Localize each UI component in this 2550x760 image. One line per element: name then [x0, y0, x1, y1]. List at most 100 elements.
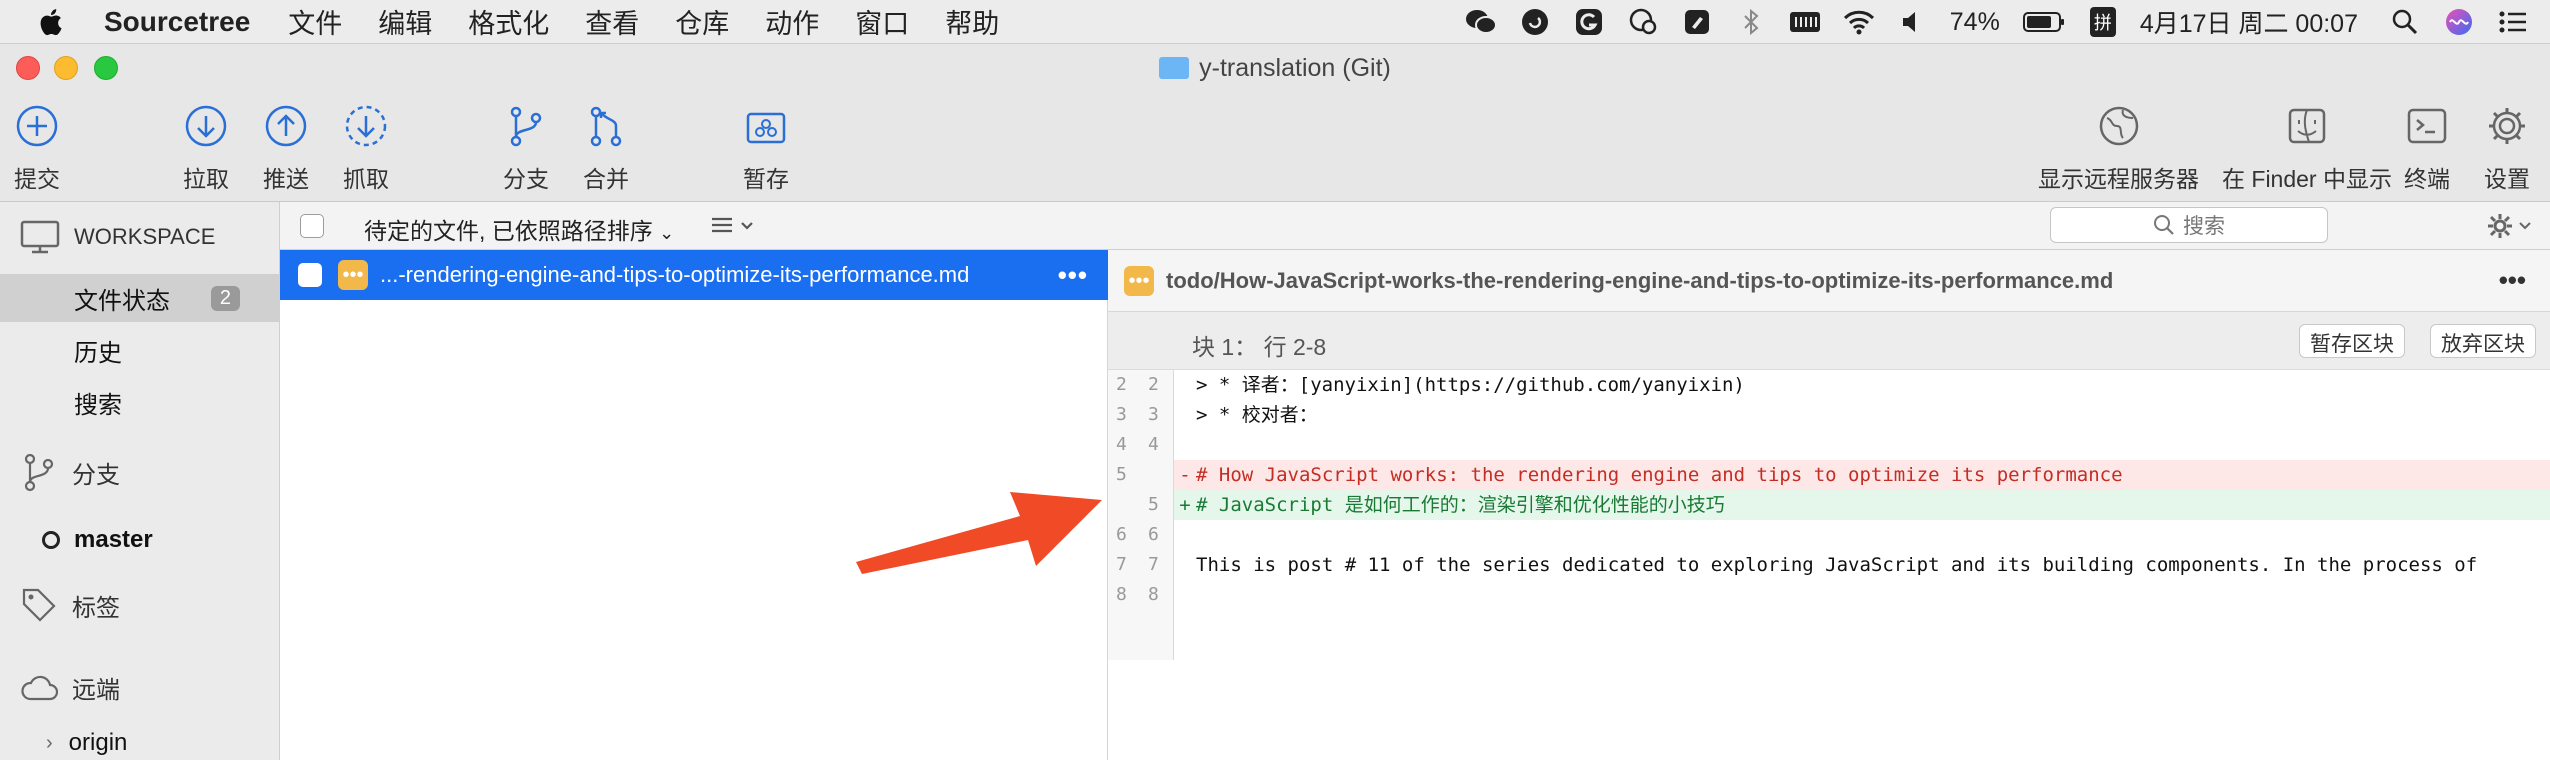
spotlight-search-icon[interactable] [2388, 5, 2422, 39]
file-row-selected[interactable]: ••• ...-rendering-engine-and-tips-to-opt… [280, 250, 1108, 300]
stash-label: 暂存 [743, 166, 789, 192]
app-g-icon[interactable] [1572, 5, 1606, 39]
gear-icon [2488, 214, 2512, 238]
volume-icon[interactable] [1896, 5, 1930, 39]
window-titlebar: y-translation (Git) [0, 44, 2550, 94]
terminal-button[interactable]: 终端 [2404, 104, 2450, 194]
search-label: 搜索 [74, 391, 122, 419]
siri-icon[interactable] [2442, 5, 2476, 39]
sidebar-section-tags[interactable]: 标签 [20, 586, 120, 624]
new-line-number: 4 [1148, 434, 1159, 455]
battery-percent: 74% [1949, 7, 2000, 36]
notification-center-icon[interactable] [2496, 5, 2530, 39]
menu-app-name[interactable]: Sourcetree [104, 6, 250, 38]
wifi-icon[interactable] [1842, 5, 1876, 39]
sidebar-section-branches[interactable]: 分支 [20, 452, 120, 492]
file-pane-header: 待定的文件, 已依照路径排序 ⌄ 搜索 [280, 202, 2550, 250]
settings-button[interactable]: 设置 [2484, 104, 2530, 194]
diff-line-context [1174, 520, 2550, 550]
bluetooth-icon[interactable] [1734, 5, 1768, 39]
arrow-down-circle-icon [185, 105, 227, 147]
branch-button[interactable]: 分支 [503, 104, 549, 194]
sidebar-item-search[interactable]: 搜索 [0, 378, 280, 426]
new-line-number: 7 [1148, 554, 1159, 575]
input-method-icon[interactable]: 拼 [2086, 5, 2120, 39]
new-line-number: 3 [1148, 404, 1159, 425]
menu-actions[interactable]: 动作 [765, 2, 819, 41]
show-in-finder-button[interactable]: 在 Finder 中显示 [2222, 104, 2392, 194]
sidebar-section-remotes[interactable]: 远端 [20, 670, 120, 705]
new-line-number: 5 [1148, 494, 1159, 515]
new-line-number: 8 [1148, 584, 1159, 605]
memory-icon[interactable] [1788, 5, 1822, 39]
discard-hunk-button[interactable]: 放弃区块 [2430, 324, 2536, 358]
tags-label: 标签 [72, 594, 120, 622]
chevron-right-icon[interactable]: › [46, 732, 53, 755]
history-label: 历史 [74, 339, 122, 367]
diff-marker [1174, 520, 1196, 550]
menu-view[interactable]: 查看 [585, 2, 639, 41]
chevron-down-icon [2519, 222, 2531, 230]
menu-window[interactable]: 窗口 [855, 2, 909, 41]
sidebar-item-file-status[interactable]: 文件状态 2 [0, 274, 280, 322]
show-remote-button[interactable]: 显示远程服务器 [2038, 104, 2199, 194]
search-icon [2154, 215, 2174, 235]
annotation-arrow-icon [856, 492, 1102, 574]
branch-icon [24, 453, 54, 492]
stash-icon [746, 112, 786, 144]
input-method-label: 拼 [2089, 7, 2116, 37]
merge-button[interactable]: 合并 [583, 104, 629, 194]
push-label: 推送 [263, 166, 309, 192]
pen-app-icon[interactable] [1680, 5, 1714, 39]
file-actions-menu-icon[interactable]: ••• [1058, 260, 1088, 291]
select-all-checkbox[interactable] [300, 214, 324, 238]
terminal-icon [2407, 108, 2447, 144]
pull-button[interactable]: 拉取 [183, 104, 229, 194]
diff-marker [1174, 400, 1196, 430]
menubar-clock[interactable]: 4月17日 周二 00:07 [2140, 4, 2358, 40]
stash-button[interactable]: 暂存 [743, 104, 789, 194]
sort-dropdown[interactable]: 待定的文件, 已依照路径排序 ⌄ [364, 212, 674, 246]
diff-line-text: > * 译者：[yanyixin](https://github.com/yan… [1196, 374, 1745, 396]
chat-bubble-icon[interactable] [1626, 5, 1660, 39]
sidebar-item-remote-origin[interactable]: › origin [0, 726, 280, 760]
search-input[interactable]: 搜索 [2050, 207, 2328, 243]
diff-code-view[interactable]: > * 译者：[yanyixin](https://github.com/yan… [1174, 370, 2550, 760]
window-title-text: y-translation (Git) [1199, 54, 1391, 82]
diff-marker [1174, 370, 1196, 400]
menu-format[interactable]: 格式化 [468, 2, 549, 41]
diff-line-text: # How JavaScript works: the rendering en… [1196, 464, 2123, 486]
old-line-number: 2 [1116, 374, 1127, 395]
commit-button[interactable]: 提交 [14, 104, 60, 194]
fetch-button[interactable]: 抓取 [343, 104, 389, 194]
push-button[interactable]: 推送 [263, 104, 309, 194]
chevron-down-icon: ⌄ [659, 223, 675, 243]
menu-file[interactable]: 文件 [288, 2, 342, 41]
merge-label: 合并 [583, 166, 629, 192]
finder-icon [2288, 108, 2326, 144]
stage-hunk-button[interactable]: 暂存区块 [2299, 324, 2405, 358]
file-options-dropdown[interactable] [2486, 211, 2532, 241]
diff-marker [1174, 580, 1196, 610]
menu-help[interactable]: 帮助 [945, 2, 999, 41]
file-name: ...-rendering-engine-and-tips-to-optimiz… [380, 262, 970, 287]
wechat-icon[interactable] [1464, 5, 1498, 39]
tag-icon [22, 588, 56, 622]
diff-line-text: # JavaScript 是如何工作的：渲染引擎和优化性能的小技巧 [1196, 494, 1725, 516]
cloud-icon [21, 675, 58, 700]
merge-icon [590, 106, 622, 147]
menu-edit[interactable]: 编辑 [378, 2, 432, 41]
diff-file-header: ••• todo/How-JavaScript-works-the-render… [1108, 250, 2550, 312]
sidebar-item-history[interactable]: 历史 [0, 326, 280, 374]
netease-music-icon[interactable] [1518, 5, 1552, 39]
battery-icon[interactable] [2022, 5, 2066, 39]
modified-file-icon: ••• [338, 260, 368, 290]
view-mode-dropdown[interactable] [710, 214, 760, 243]
diff-line-context: > * 译者：[yanyixin](https://github.com/yan… [1174, 370, 2550, 400]
menu-repository[interactable]: 仓库 [675, 2, 729, 41]
diff-line-text: This is post # 11 of the series dedicate… [1196, 554, 2478, 576]
apple-logo-icon[interactable] [36, 7, 64, 37]
diff-actions-menu-icon[interactable]: ••• [2499, 265, 2526, 296]
sidebar-item-branch-master[interactable]: master [0, 516, 280, 564]
file-stage-checkbox[interactable] [298, 263, 322, 287]
